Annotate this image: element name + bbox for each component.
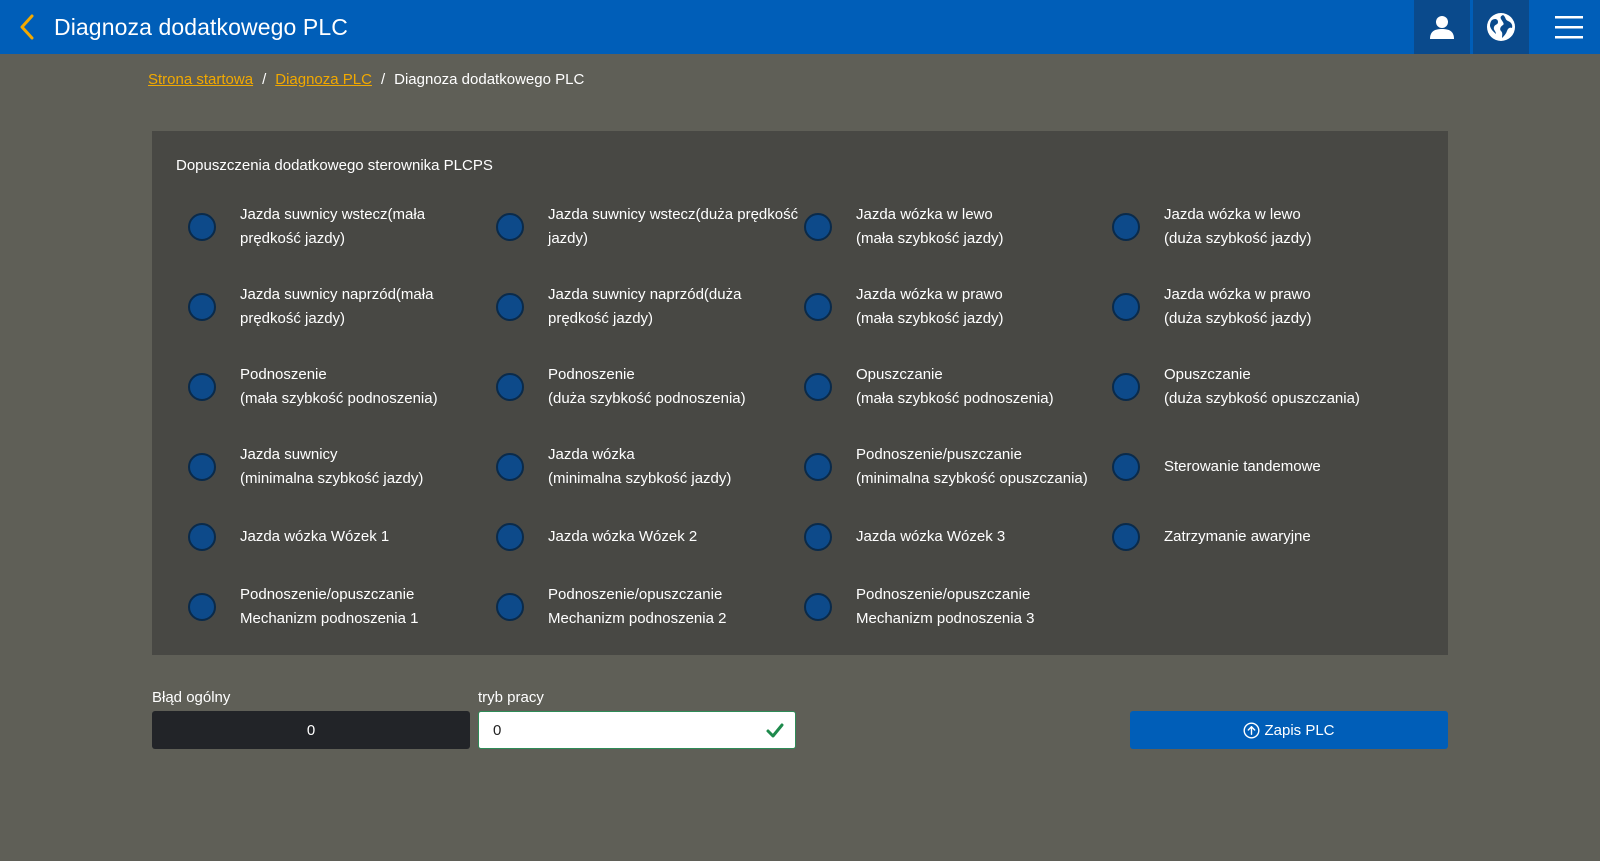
permission-item: Opuszczanie (duża szybkość opuszczania) bbox=[1076, 361, 1376, 413]
work-mode-label: tryb pracy bbox=[478, 689, 544, 706]
status-lamp-icon bbox=[188, 593, 216, 621]
status-lamp-icon bbox=[188, 453, 216, 481]
breadcrumb-home-link[interactable]: Strona startowa bbox=[148, 71, 253, 88]
breadcrumb-current: Diagnoza dodatkowego PLC bbox=[394, 70, 585, 88]
permission-item: Jazda wózka w lewo (duża szybkość jazdy) bbox=[1076, 201, 1376, 253]
permission-label: Podnoszenie/opuszczanie Mechanizm podnos… bbox=[856, 586, 1035, 627]
status-lamp-icon bbox=[188, 293, 216, 321]
permission-item: Jazda wózka (minimalna szybkość jazdy) bbox=[460, 441, 760, 493]
permission-item: Podnoszenie (duża szybkość podnoszenia) bbox=[460, 361, 760, 413]
status-lamp-icon bbox=[804, 523, 832, 551]
general-error-value: 0 bbox=[152, 711, 470, 749]
status-lamp-icon bbox=[1112, 213, 1140, 241]
globe-icon bbox=[1487, 13, 1515, 41]
permission-item: Opuszczanie (mała szybkość podnoszenia) bbox=[768, 361, 1068, 413]
page-title: Diagnoza dodatkowego PLC bbox=[54, 13, 348, 40]
work-mode-input[interactable]: 0 bbox=[478, 711, 796, 749]
work-mode-value: 0 bbox=[493, 721, 502, 739]
permission-item: Jazda suwnicy wstecz(mała prędkość jazdy… bbox=[152, 201, 452, 253]
status-lamp-icon bbox=[496, 593, 524, 621]
permission-item: Jazda suwnicy (minimalna szybkość jazdy) bbox=[152, 441, 452, 493]
permission-label: Opuszczanie (duża szybkość opuszczania) bbox=[1164, 366, 1360, 407]
permissions-panel: Dopuszczenia dodatkowego sterownika PLCP… bbox=[152, 131, 1448, 655]
status-lamp-icon bbox=[804, 593, 832, 621]
permission-item: Jazda wózka w prawo (duża szybkość jazdy… bbox=[1076, 281, 1376, 333]
permission-item: Podnoszenie/puszczanie (minimalna szybko… bbox=[768, 441, 1088, 493]
permission-label: Zatrzymanie awaryjne bbox=[1164, 528, 1311, 545]
status-lamp-icon bbox=[1112, 293, 1140, 321]
permission-item: Jazda wózka Wózek 1 bbox=[152, 511, 452, 563]
permission-label: Jazda wózka w prawo (duża szybkość jazdy… bbox=[1164, 286, 1312, 327]
permission-item: Zatrzymanie awaryjne bbox=[1076, 511, 1376, 563]
permission-item: Jazda suwnicy wstecz(duża prędkość jazdy… bbox=[460, 201, 798, 253]
status-lamp-icon bbox=[496, 523, 524, 551]
status-lamp-icon bbox=[496, 373, 524, 401]
permission-item: Podnoszenie/opuszczanie Mechanizm podnos… bbox=[768, 581, 1068, 633]
status-lamp-icon bbox=[496, 453, 524, 481]
breadcrumb-separator: / bbox=[380, 70, 386, 88]
permission-item: Podnoszenie/opuszczanie Mechanizm podnos… bbox=[152, 581, 452, 633]
save-plc-button[interactable]: Zapis PLC bbox=[1130, 711, 1448, 749]
hamburger-menu-icon bbox=[1555, 16, 1583, 39]
status-lamp-icon bbox=[804, 293, 832, 321]
language-button[interactable] bbox=[1473, 0, 1529, 54]
status-lamp-icon bbox=[188, 213, 216, 241]
permission-item: Jazda suwnicy naprzód(mała prędkość jazd… bbox=[152, 281, 452, 333]
breadcrumb-plc-diagnosis-link[interactable]: Diagnoza PLC bbox=[275, 71, 372, 88]
status-lamp-icon bbox=[804, 213, 832, 241]
permission-item: Jazda wózka Wózek 3 bbox=[768, 511, 1068, 563]
status-lamp-icon bbox=[496, 213, 524, 241]
permission-label: Sterowanie tandemowe bbox=[1164, 458, 1321, 475]
permission-item: Podnoszenie (mała szybkość podnoszenia) bbox=[152, 361, 452, 413]
status-lamp-icon bbox=[1112, 373, 1140, 401]
permission-item: Podnoszenie/opuszczanie Mechanizm podnos… bbox=[460, 581, 760, 633]
general-error-label: Błąd ogólny bbox=[152, 689, 231, 706]
permission-label: Jazda wózka w lewo (duża szybkość jazdy) bbox=[1164, 206, 1312, 247]
status-lamp-icon bbox=[1112, 453, 1140, 481]
check-icon bbox=[766, 723, 784, 738]
permission-item: Jazda wózka w lewo (mała szybkość jazdy) bbox=[768, 201, 1068, 253]
back-button[interactable] bbox=[0, 0, 54, 54]
user-icon bbox=[1430, 16, 1454, 39]
permission-item: Jazda wózka Wózek 2 bbox=[460, 511, 760, 563]
permission-item: Sterowanie tandemowe bbox=[1076, 441, 1376, 493]
status-lamp-icon bbox=[188, 523, 216, 551]
status-lamp-icon bbox=[496, 293, 524, 321]
status-lamp-icon bbox=[804, 453, 832, 481]
permission-item: Jazda suwnicy naprzód(duża prędkość jazd… bbox=[460, 281, 760, 333]
status-lamp-icon bbox=[1112, 523, 1140, 551]
top-bar: Diagnoza dodatkowego PLC bbox=[0, 0, 1600, 54]
status-lamp-icon bbox=[188, 373, 216, 401]
user-button[interactable] bbox=[1414, 0, 1470, 54]
save-plc-label: Zapis PLC bbox=[1264, 721, 1335, 739]
permission-item: Jazda wózka w prawo (mała szybkość jazdy… bbox=[768, 281, 1068, 333]
permissions-grid: Jazda suwnicy wstecz(mała prędkość jazdy… bbox=[152, 131, 1448, 655]
menu-button[interactable] bbox=[1538, 0, 1600, 54]
breadcrumb-separator: / bbox=[262, 70, 267, 88]
upload-circle-icon bbox=[1243, 721, 1260, 739]
status-lamp-icon bbox=[804, 373, 832, 401]
chevron-left-icon bbox=[20, 14, 34, 40]
breadcrumb: Strona startowa / Diagnoza PLC / Diagnoz… bbox=[148, 68, 584, 90]
